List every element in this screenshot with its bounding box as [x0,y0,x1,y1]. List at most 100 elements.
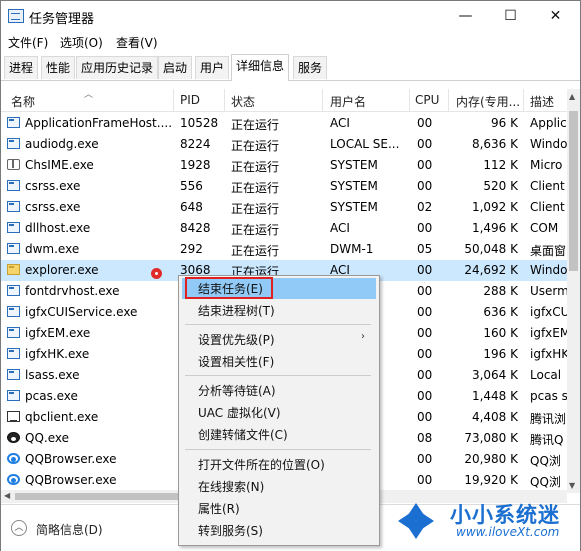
process-description: Windo [530,263,567,277]
table-row[interactable]: csrss.exe 648 正在运行 SYSTEM 02 1,092 K Client [1,197,567,218]
column-header-name[interactable]: 名称 [11,93,35,110]
column-divider[interactable] [409,89,410,111]
process-cpu: 00 [417,410,433,424]
process-name: dllhost.exe [25,221,91,235]
tab-users[interactable]: 用户 [195,56,230,79]
process-name: QQBrowser.exe [25,452,117,466]
app-window-icon [7,180,20,191]
column-header-user[interactable]: 用户名 [330,93,366,110]
process-memory: 112 K [483,158,518,172]
site-watermark: 小小系统迷 www.iloveXt.com [390,495,580,551]
process-user: SYSTEM [330,158,378,172]
scroll-up-arrow-icon[interactable]: ▲ [569,92,575,101]
column-header-memory[interactable]: 内存(专用... [456,93,520,110]
menu-file[interactable]: 文件(F) [8,34,48,51]
tab-performance[interactable]: 性能 [41,56,76,79]
menu-view[interactable]: 查看(V) [116,34,158,51]
column-divider[interactable] [224,89,225,111]
table-row[interactable]: csrss.exe 556 正在运行 SYSTEM 00 520 K Client [1,176,567,197]
menu-item-set-affinity[interactable]: 设置相关性(F) [198,353,274,370]
scroll-left-arrow-icon[interactable]: ◀ [4,491,10,500]
process-memory: 288 K [483,284,518,298]
app-window-icon [7,117,20,128]
tab-processes[interactable]: 进程 [4,56,39,79]
maximize-button[interactable]: ☐ [488,1,533,31]
process-name: explorer.exe [25,263,99,277]
app-window-icon [7,306,20,317]
table-row[interactable]: dwm.exe 292 正在运行 DWM-1 05 50,048 K 桌面窗 [1,239,567,260]
column-divider[interactable] [322,89,323,111]
column-header-description[interactable]: 描述 [530,93,554,110]
process-description: Client [530,200,565,214]
process-cpu: 00 [417,326,433,340]
vertical-scrollbar[interactable]: ▲ ▼ [567,89,580,493]
tab-services[interactable]: 服务 [293,56,328,79]
vertical-scroll-thumb[interactable] [569,111,578,271]
column-header-pid[interactable]: PID [180,93,200,107]
process-cpu: 00 [417,389,433,403]
app-window-icon [7,369,20,380]
menu-options[interactable]: 选项(O) [60,34,103,51]
task-manager-icon [8,9,24,23]
process-memory: 196 K [483,347,518,361]
collapse-up-icon[interactable]: ︿ [11,520,27,536]
folder-icon [7,264,20,275]
tab-app-history[interactable]: 应用历史记录 [76,56,159,79]
monitor-icon [7,411,20,422]
menu-item-search-online[interactable]: 在线搜索(N) [198,478,264,495]
app-window-icon [7,243,20,254]
process-description: Applic [530,116,567,130]
process-memory: 20,980 K [464,452,518,466]
table-row[interactable]: audiodg.exe 8224 正在运行 LOCAL SE... 00 8,636 K W… [1,134,567,155]
process-pid: 1928 [180,158,211,172]
fewer-details-link[interactable]: 简略信息(D) [36,521,103,538]
menu-bar: 文件(F) 选项(O) 查看(V) [1,31,580,53]
column-divider[interactable] [173,89,174,111]
process-cpu: 00 [417,221,433,235]
menu-item-uac-virtualization[interactable]: UAC 虚拟化(V) [198,404,281,421]
column-divider[interactable] [448,89,449,111]
process-description: igfxCU [530,305,567,319]
menu-item-create-dump-file[interactable]: 创建转储文件(C) [198,426,288,443]
menu-item-open-file-location[interactable]: 打开文件所在的位置(O) [198,456,325,473]
process-cpu: 08 [417,431,433,445]
qq-browser-icon [7,453,20,464]
process-description: 桌面窗 [530,244,567,258]
process-pid: 8224 [180,137,211,151]
process-memory: 3,064 K [471,368,518,382]
process-memory: 1,092 K [471,200,518,214]
process-user: DWM-1 [330,242,374,256]
process-memory: 96 K [491,116,518,130]
scroll-down-arrow-icon[interactable]: ▼ [569,481,575,490]
minimize-button[interactable]: — [443,1,488,31]
process-description: Userm [530,284,567,298]
column-header-status[interactable]: 状态 [231,93,255,110]
tab-bar: 进程 性能 应用历史记录 启动 用户 详细信息 服务 [1,54,580,81]
cursor-click-marker-icon [151,268,162,279]
column-divider[interactable] [523,89,524,111]
menu-item-properties[interactable]: 属性(R) [198,500,240,517]
table-row[interactable]: ApplicationFrameHost.... 10528 正在运行 ACI 00 96… [1,113,567,134]
title-bar[interactable]: 任务管理器 — ☐ ✕ [1,1,580,31]
process-cpu: 00 [417,179,433,193]
menu-item-end-task[interactable]: 结束任务(E) [198,280,263,297]
menu-item-end-process-tree[interactable]: 结束进程树(T) [198,302,275,319]
tab-startup[interactable]: 启动 [158,56,193,79]
process-description: Windo [530,137,567,151]
menu-item-analyze-wait-chain[interactable]: 分析等待链(A) [198,382,276,399]
column-header-cpu[interactable]: CPU [415,93,439,107]
menu-separator [185,449,371,450]
close-button[interactable]: ✕ [533,1,578,31]
process-status: 正在运行 [231,118,280,132]
process-pid: 292 [180,242,203,256]
table-row[interactable]: dllhost.exe 8428 正在运行 ACI 00 1,496 K COM [1,218,567,239]
process-description: igfxEM [530,326,567,340]
process-user: ACI [330,221,350,235]
process-description: Micro [530,158,563,172]
table-row[interactable]: ChsIME.exe 1928 正在运行 SYSTEM 00 112 K Micro [1,155,567,176]
menu-item-go-to-services[interactable]: 转到服务(S) [198,522,263,539]
app-window-icon [7,201,20,212]
tab-details[interactable]: 详细信息 [231,54,290,81]
app-window-icon [7,390,20,401]
menu-item-set-priority[interactable]: 设置优先级(P) [198,331,275,348]
